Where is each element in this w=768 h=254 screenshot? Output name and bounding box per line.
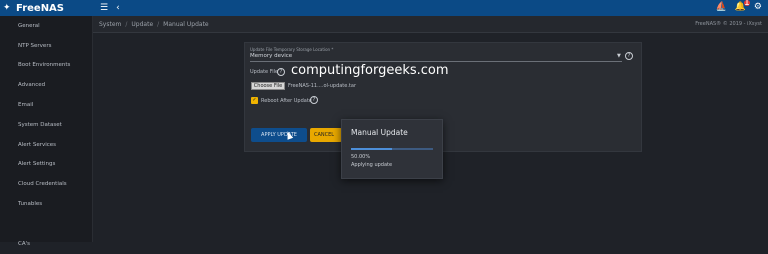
- reboot-label: Reboot After Update: [261, 98, 312, 104]
- choose-file-button[interactable]: Choose File: [251, 82, 285, 90]
- brand[interactable]: ✦ FreeNAS: [0, 0, 92, 16]
- help-icon[interactable]: ?: [310, 96, 318, 104]
- sidebar-item-cas[interactable]: CA's: [0, 234, 92, 254]
- sidebar-item-advanced[interactable]: Advanced: [0, 75, 92, 95]
- reboot-checkbox[interactable]: ✓: [251, 97, 258, 104]
- notification-badge: 1: [743, 0, 750, 8]
- storage-location-label: Update File Temporary Storage Location *: [250, 47, 334, 52]
- storage-location-select[interactable]: Memory device: [250, 53, 292, 59]
- breadcrumb-manual-update: Manual Update: [163, 20, 209, 28]
- dropdown-caret-icon[interactable]: ▼: [617, 53, 621, 59]
- sidebar-item-boot-environments[interactable]: Boot Environments: [0, 56, 92, 76]
- dialog-title: Manual Update: [351, 128, 408, 137]
- progress-percent: 50.00%: [351, 154, 371, 160]
- selected-file-name: FreeNAS-11....ol-update.tar: [288, 83, 357, 89]
- breadcrumb-update[interactable]: Update: [131, 21, 153, 28]
- select-underline: [250, 61, 622, 62]
- sidebar-item-cloud-credentials[interactable]: Cloud Credentials: [0, 174, 92, 194]
- freenas-logo-icon: ✦: [3, 3, 11, 13]
- gear-icon[interactable]: ⚙: [754, 2, 762, 12]
- watermark-text: computingforgeeks.com: [291, 63, 449, 78]
- sidebar-item-ntp-servers[interactable]: NTP Servers: [0, 36, 92, 56]
- progress-status: Applying update: [351, 162, 393, 168]
- progress-bar: [351, 148, 433, 150]
- apply-update-button[interactable]: APPLY UPDATE: [251, 128, 307, 142]
- chevron-left-icon[interactable]: ‹: [116, 3, 120, 13]
- breadcrumb: System / Update / Manual Update FreeNAS®…: [93, 16, 768, 33]
- sidebar-item-tunables[interactable]: Tunables: [0, 194, 92, 214]
- menu-icon[interactable]: ☰: [100, 3, 108, 13]
- update-file-label: Update File: [250, 69, 279, 75]
- sidebar-item-email[interactable]: Email: [0, 95, 92, 115]
- topbar-actions: ⛵ 🔔 1 ⚙: [715, 0, 762, 12]
- sidebar-item-alert-settings[interactable]: Alert Settings: [0, 155, 92, 175]
- copyright-text: FreeNAS® © 2019 - iXsyst: [695, 21, 762, 27]
- sidebar-item-system-dataset[interactable]: System Dataset: [0, 115, 92, 135]
- sidebar: General NTP Servers Boot Environments Ad…: [0, 16, 93, 247]
- help-icon[interactable]: ?: [277, 68, 285, 76]
- sidebar-item-alert-services[interactable]: Alert Services: [0, 135, 92, 155]
- notifications-icon[interactable]: 🔔 1: [735, 0, 750, 12]
- cancel-button[interactable]: CANCEL: [310, 128, 342, 142]
- top-bar: ✦ FreeNAS ☰ ‹ ⛵ 🔔 1 ⚙: [0, 0, 768, 16]
- help-icon[interactable]: ?: [625, 52, 633, 60]
- breadcrumb-separator: /: [125, 20, 128, 28]
- brand-name: FreeNAS: [16, 2, 64, 14]
- jobs-icon[interactable]: ⛵: [715, 2, 726, 12]
- progress-bar-fill: [351, 148, 392, 150]
- sidebar-item-update[interactable]: [0, 214, 92, 234]
- sidebar-item-general[interactable]: General: [0, 16, 92, 36]
- breadcrumb-system[interactable]: System: [99, 21, 121, 28]
- breadcrumb-separator: /: [157, 20, 160, 28]
